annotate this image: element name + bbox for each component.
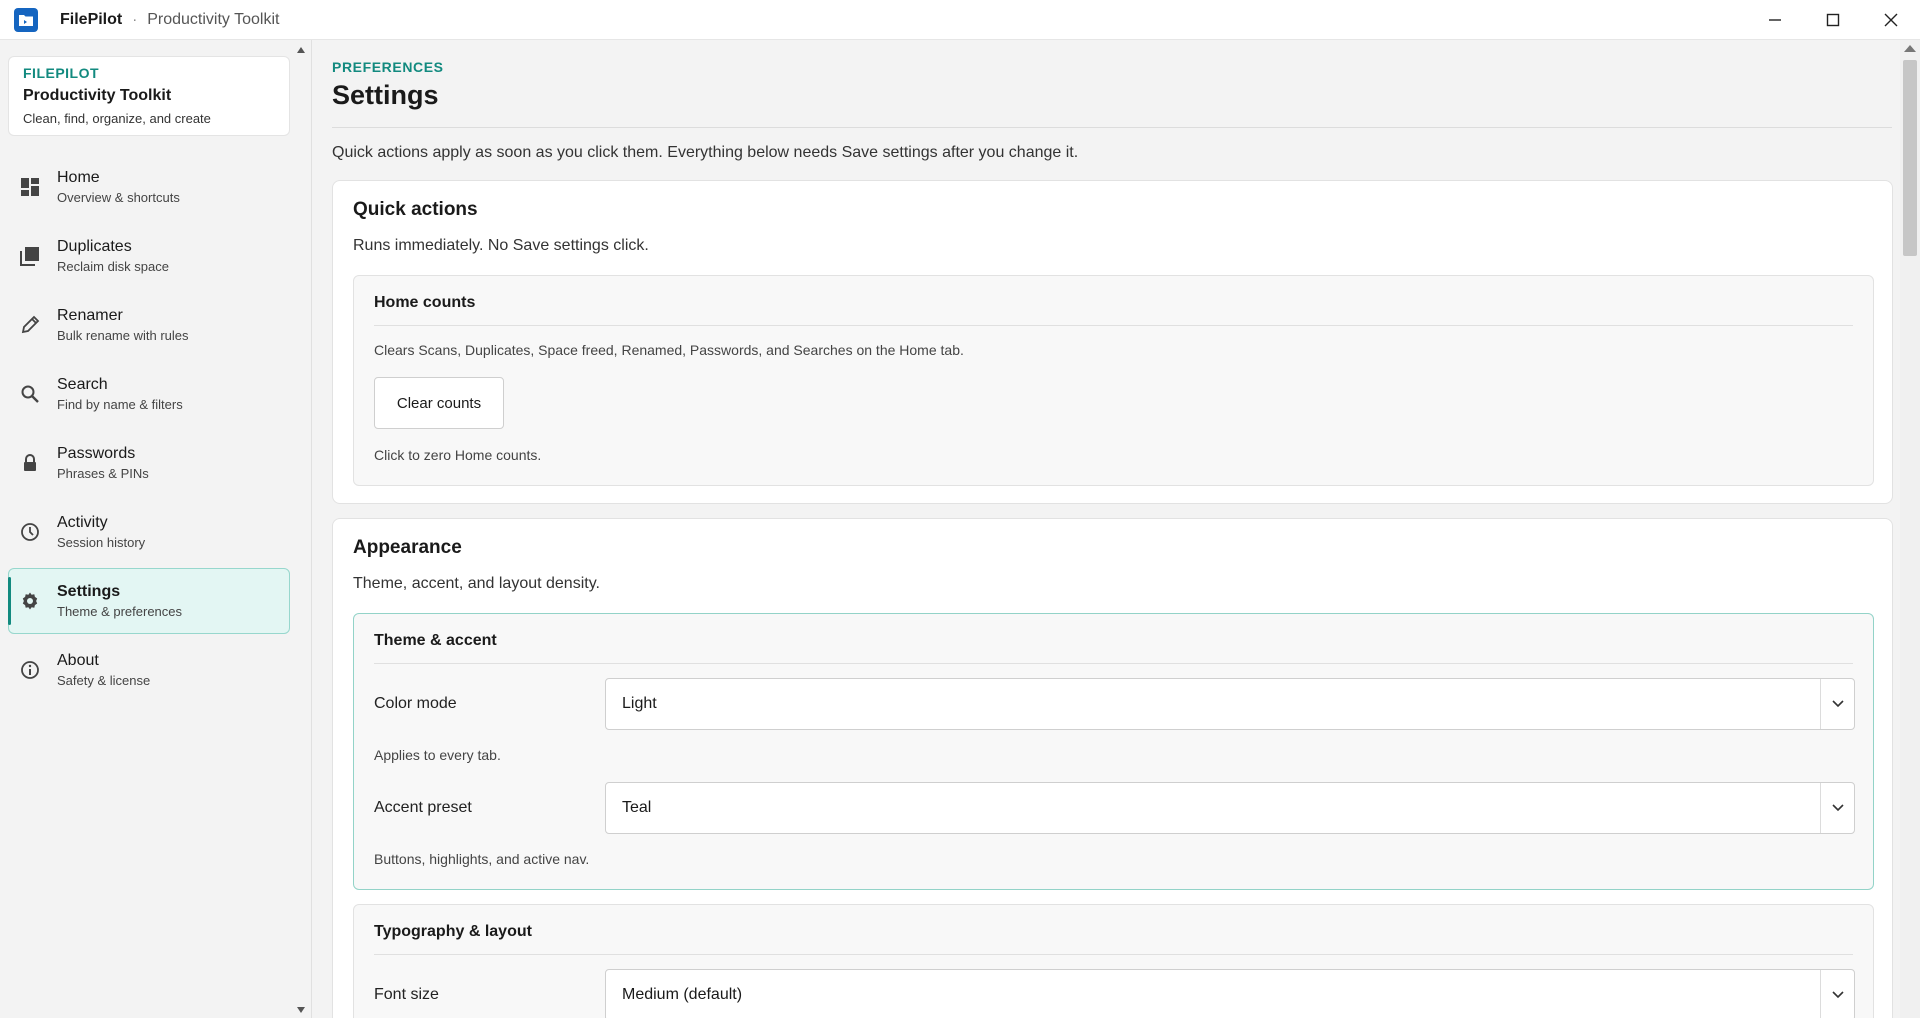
clear-counts-button[interactable]: Clear counts (374, 377, 504, 429)
home-counts-description: Clears Scans, Duplicates, Space freed, R… (374, 342, 964, 358)
appearance-card: Appearance Theme, accent, and layout den… (332, 518, 1893, 1018)
color-mode-hint: Applies to every tab. (374, 747, 501, 763)
maximize-button[interactable] (1804, 0, 1862, 40)
sidebar-item-sublabel: Session history (57, 535, 146, 550)
home-counts-panel: Home counts Clears Scans, Duplicates, Sp… (353, 275, 1874, 486)
main-scrollbar[interactable] (1900, 40, 1920, 1018)
color-mode-value: Light (622, 695, 657, 712)
window-controls (1746, 0, 1920, 40)
accent-preset-label: Accent preset (374, 799, 472, 816)
search-icon (19, 383, 41, 405)
sidebar-item-label: Activity (57, 514, 108, 531)
sidebar-item-label: Duplicates (57, 238, 132, 255)
sidebar-item-label: About (57, 652, 99, 669)
sidebar-item-renamer[interactable]: Renamer Bulk rename with rules (8, 292, 290, 358)
title-separator: · (132, 11, 138, 28)
typography-layout-divider (374, 954, 1853, 955)
chevron-down-icon (1820, 783, 1854, 833)
sidebar-item-label: Search (57, 376, 108, 393)
title-bar: FilePilot · Productivity Toolkit (0, 0, 1920, 40)
quick-actions-title: Quick actions (353, 199, 478, 220)
brand-description: Clean, find, organize, and create (23, 111, 211, 126)
app-name: FilePilot (60, 10, 123, 28)
sidebar-item-label: Home (57, 169, 100, 186)
page-title: Settings (332, 80, 439, 110)
page-kicker: PREFERENCES (332, 59, 444, 75)
sidebar-item-label: Settings (57, 583, 121, 600)
accent-preset-value: Teal (622, 799, 652, 816)
close-icon (1884, 13, 1898, 27)
caret-up-icon[interactable] (1904, 44, 1916, 52)
minimize-button[interactable] (1746, 0, 1804, 40)
sidebar-item-sublabel: Safety & license (57, 673, 151, 688)
sidebar: FILEPILOT Productivity Toolkit Clean, fi… (0, 40, 312, 1018)
brand-card: FILEPILOT Productivity Toolkit Clean, fi… (8, 56, 290, 136)
quick-actions-card: Quick actions Runs immediately. No Save … (332, 180, 1893, 504)
theme-accent-title: Theme & accent (374, 632, 497, 649)
sidebar-item-label: Passwords (57, 445, 136, 462)
gear-icon (19, 590, 41, 612)
typography-layout-title: Typography & layout (374, 923, 532, 940)
app-subtitle: Productivity Toolkit (147, 10, 280, 28)
chevron-down-icon (1820, 970, 1854, 1018)
scrollbar-thumb[interactable] (1903, 60, 1917, 256)
brand-kicker: FILEPILOT (23, 65, 100, 81)
accent-preset-hint: Buttons, highlights, and active nav. (374, 851, 590, 867)
appearance-title: Appearance (353, 537, 462, 558)
sidebar-item-sublabel: Overview & shortcuts (57, 190, 180, 205)
font-size-select[interactable]: Medium (default) (605, 969, 1855, 1018)
color-mode-label: Color mode (374, 695, 457, 712)
sidebar-item-passwords[interactable]: Passwords Phrases & PINs (8, 430, 290, 496)
copy-stack-icon (19, 245, 41, 267)
accent-preset-select[interactable]: Teal (605, 782, 1855, 834)
lock-icon (19, 452, 41, 474)
typography-layout-panel: Typography & layout Font size Medium (de… (353, 904, 1874, 1018)
home-counts-divider (374, 325, 1853, 326)
home-counts-title: Home counts (374, 294, 476, 311)
appearance-description: Theme, accent, and layout density. (353, 575, 600, 592)
sidebar-item-about[interactable]: About Safety & license (8, 637, 290, 703)
settings-page: PREFERENCES Settings Quick actions apply… (313, 40, 1900, 1018)
sidebar-scroll-down-button[interactable] (293, 1004, 309, 1016)
title-divider (332, 127, 1892, 128)
caret-up-icon (297, 47, 305, 53)
sidebar-scroll-up-button[interactable] (293, 44, 309, 56)
brand-title: Productivity Toolkit (23, 87, 172, 104)
sidebar-item-sublabel: Bulk rename with rules (57, 328, 189, 343)
close-button[interactable] (1862, 0, 1920, 40)
pencil-icon (19, 314, 41, 336)
sidebar-item-home[interactable]: Home Overview & shortcuts (8, 154, 290, 220)
chevron-down-icon (1820, 679, 1854, 729)
clear-counts-hint: Click to zero Home counts. (374, 447, 542, 463)
theme-accent-divider (374, 663, 1853, 664)
sidebar-item-activity[interactable]: Activity Session history (8, 499, 290, 565)
sidebar-item-settings[interactable]: Settings Theme & preferences (8, 568, 290, 634)
sidebar-item-duplicates[interactable]: Duplicates Reclaim disk space (8, 223, 290, 289)
sidebar-item-sublabel: Find by name & filters (57, 397, 183, 412)
quick-actions-description: Runs immediately. No Save settings click… (353, 237, 649, 254)
color-mode-select[interactable]: Light (605, 678, 1855, 730)
minimize-icon (1769, 19, 1781, 21)
clock-icon (19, 521, 41, 543)
sidebar-item-search[interactable]: Search Find by name & filters (8, 361, 290, 427)
theme-accent-panel: Theme & accent Color mode Light Applies … (353, 613, 1874, 890)
sidebar-item-label: Renamer (57, 307, 123, 324)
app-folder-icon (14, 7, 38, 32)
page-intro: Quick actions apply as soon as you click… (332, 144, 1079, 161)
font-size-value: Medium (default) (622, 986, 743, 1003)
sidebar-item-sublabel: Theme & preferences (57, 604, 183, 619)
maximize-icon (1826, 13, 1840, 27)
sidebar-nav: Home Overview & shortcuts Duplicates Rec… (8, 154, 290, 706)
font-size-label: Font size (374, 986, 439, 1003)
dashboard-icon (19, 176, 41, 198)
sidebar-item-sublabel: Reclaim disk space (57, 259, 169, 274)
caret-down-icon (297, 1007, 305, 1013)
sidebar-item-sublabel: Phrases & PINs (57, 466, 149, 481)
info-icon (19, 659, 41, 681)
